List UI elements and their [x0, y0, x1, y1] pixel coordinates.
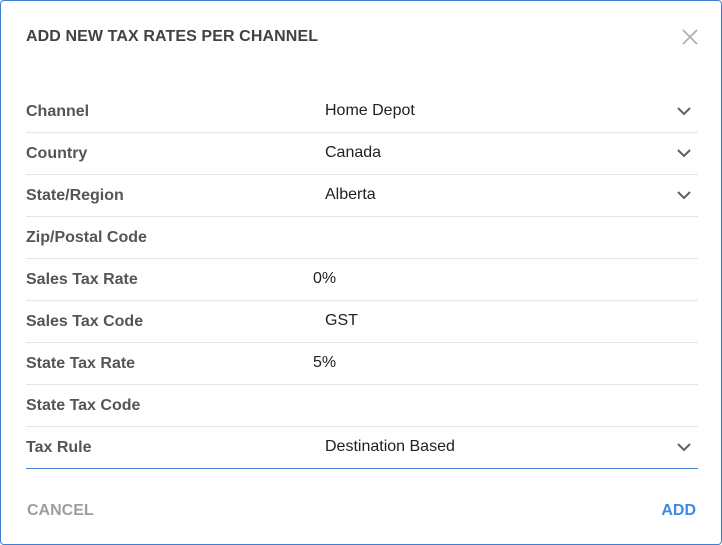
add-button[interactable]: ADD	[661, 502, 696, 520]
field-sales-tax-rate[interactable]: Sales Tax Rate 0%	[26, 259, 698, 301]
tax-rule-select[interactable]: Destination Based	[325, 438, 455, 456]
state-tax-rate-input[interactable]: 5%	[313, 354, 336, 372]
chevron-down-icon[interactable]	[676, 439, 692, 455]
cancel-button[interactable]: CANCEL	[27, 502, 94, 520]
tax-form: Channel Home Depot Country Canada State/…	[26, 91, 698, 469]
field-label: State Tax Code	[26, 397, 141, 414]
dialog-actions: CANCEL ADD	[1, 501, 721, 523]
sales-tax-code-input[interactable]: GST	[325, 312, 358, 330]
dialog-title: ADD NEW TAX RATES PER CHANNEL	[26, 28, 319, 45]
field-label: Tax Rule	[26, 439, 92, 456]
field-label: Sales Tax Code	[26, 313, 144, 330]
field-tax-rule[interactable]: Tax Rule Destination Based	[26, 427, 698, 469]
channel-select[interactable]: Home Depot	[325, 102, 415, 120]
field-channel[interactable]: Channel Home Depot	[26, 91, 698, 133]
field-state-tax-rate[interactable]: State Tax Rate 5%	[26, 343, 698, 385]
field-label: Sales Tax Rate	[26, 271, 138, 288]
field-country[interactable]: Country Canada	[26, 133, 698, 175]
field-sales-tax-code[interactable]: Sales Tax Code GST	[26, 301, 698, 343]
field-state-region[interactable]: State/Region Alberta	[26, 175, 698, 217]
field-label: Channel	[26, 103, 90, 120]
state-region-select[interactable]: Alberta	[325, 186, 376, 204]
country-select[interactable]: Canada	[325, 144, 381, 162]
close-icon[interactable]	[679, 26, 701, 48]
field-zip-postal-code[interactable]: Zip/Postal Code	[26, 217, 698, 259]
sales-tax-rate-input[interactable]: 0%	[313, 270, 336, 288]
field-label: State Tax Rate	[26, 355, 136, 372]
chevron-down-icon[interactable]	[676, 187, 692, 203]
chevron-down-icon[interactable]	[676, 145, 692, 161]
field-label: Zip/Postal Code	[26, 229, 147, 246]
add-tax-rate-dialog: ADD NEW TAX RATES PER CHANNEL Channel Ho…	[0, 0, 722, 545]
chevron-down-icon[interactable]	[676, 103, 692, 119]
field-label: Country	[26, 145, 88, 162]
field-label: State/Region	[26, 187, 124, 204]
field-state-tax-code[interactable]: State Tax Code	[26, 385, 698, 427]
